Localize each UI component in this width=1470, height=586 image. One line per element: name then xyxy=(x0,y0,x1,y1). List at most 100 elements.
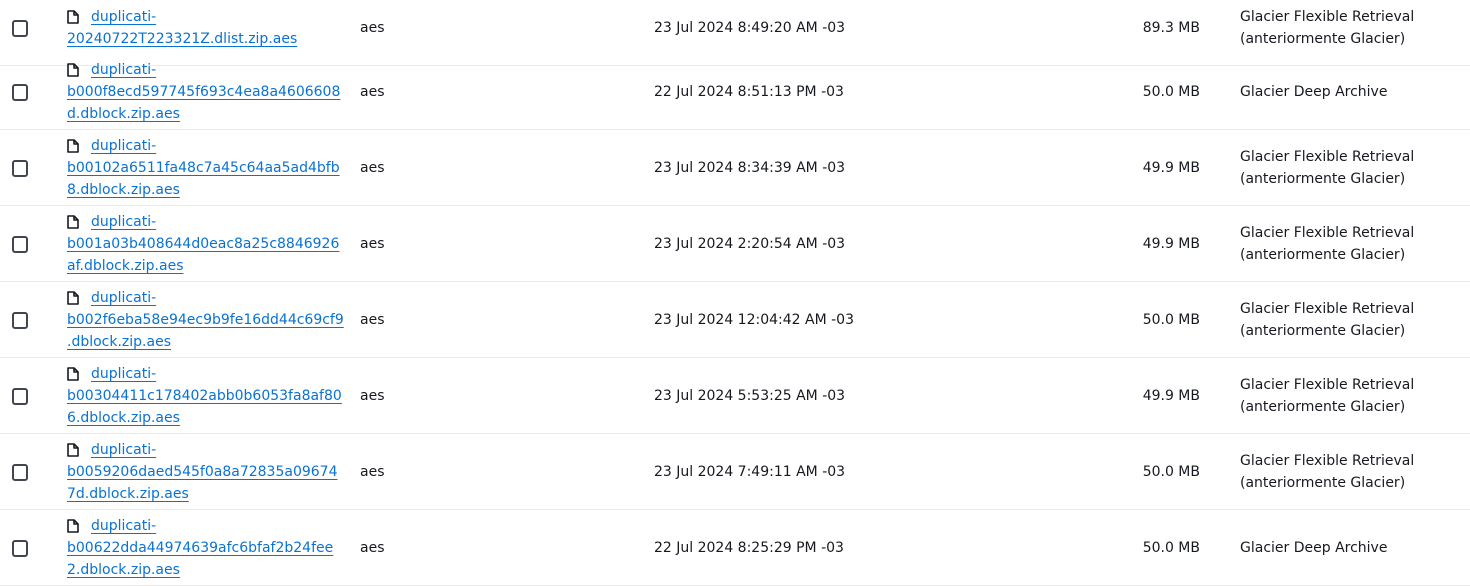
table-row[interactable]: duplicati- b00304411c178402abb0b6053fa8a… xyxy=(0,358,1470,434)
type-cell: aes xyxy=(360,510,480,586)
size-cell: 49.9 MB xyxy=(1000,206,1200,282)
object-name-link-rest[interactable]: b001a03b408644d0eac8a25c8846926 af.dbloc… xyxy=(67,236,339,274)
object-type: aes xyxy=(360,236,385,252)
storage-class-cell: Glacier Deep Archive xyxy=(1240,54,1465,130)
file-icon xyxy=(67,215,79,229)
name-cell: duplicati- b002f6eba58e94ec9b9fe16dd44c6… xyxy=(67,282,344,358)
last-modified: 22 Jul 2024 8:51:13 PM -03 xyxy=(654,84,844,100)
table-row[interactable]: duplicati- b00102a6511fa48c7a45c64aa5ad4… xyxy=(0,130,1470,206)
file-icon xyxy=(67,443,79,457)
last-modified: 23 Jul 2024 2:20:54 AM -03 xyxy=(654,236,846,252)
object-type: aes xyxy=(360,388,385,404)
object-name-link[interactable]: duplicati- xyxy=(91,6,156,28)
row-checkbox[interactable] xyxy=(12,19,28,37)
row-checkbox-cell xyxy=(12,282,28,358)
object-size: 50.0 MB xyxy=(1142,540,1200,556)
last-modified: 23 Jul 2024 5:53:25 AM -03 xyxy=(654,388,846,404)
object-name-link-rest[interactable]: b002f6eba58e94ec9b9fe16dd44c69cf9 .dbloc… xyxy=(67,312,344,350)
row-checkbox-cell xyxy=(12,206,28,282)
table-row[interactable]: duplicati- b000f8ecd597745f693c4ea8a4606… xyxy=(0,54,1470,130)
storage-class: Glacier Flexible Retrieval (anteriorment… xyxy=(1240,301,1415,339)
row-checkbox[interactable] xyxy=(12,387,28,405)
size-cell: 50.0 MB xyxy=(1000,434,1200,510)
object-size: 49.9 MB xyxy=(1142,160,1200,176)
object-name-link-rest[interactable]: 20240722T223321Z.dlist.zip.aes xyxy=(67,31,297,47)
table-row[interactable]: duplicati- b0059206daed545f0a8a72835a096… xyxy=(0,434,1470,510)
name-cell: duplicati- b00304411c178402abb0b6053fa8a… xyxy=(67,358,342,434)
row-checkbox[interactable] xyxy=(12,159,28,177)
last-modified-cell: 23 Jul 2024 7:49:11 AM -03 xyxy=(654,434,954,510)
object-name-link[interactable]: duplicati- xyxy=(91,439,156,461)
object-name-link-rest[interactable]: b00304411c178402abb0b6053fa8af80 6.dbloc… xyxy=(67,388,342,426)
object-size: 50.0 MB xyxy=(1142,312,1200,328)
storage-class: Glacier Flexible Retrieval (anteriorment… xyxy=(1240,225,1415,263)
last-modified: 23 Jul 2024 7:49:11 AM -03 xyxy=(654,464,846,480)
object-name-link-rest[interactable]: b00622dda44974639afc6bfaf2b24fee 2.dbloc… xyxy=(67,540,333,578)
object-type: aes xyxy=(360,312,385,328)
name-cell: duplicati- b00102a6511fa48c7a45c64aa5ad4… xyxy=(67,130,340,206)
last-modified: 23 Jul 2024 8:34:39 AM -03 xyxy=(654,160,846,176)
row-checkbox-cell xyxy=(12,510,28,586)
object-name-link-rest[interactable]: b00102a6511fa48c7a45c64aa5ad4bfb 8.dbloc… xyxy=(67,160,340,198)
object-name-link[interactable]: duplicati- xyxy=(91,287,156,309)
file-icon xyxy=(67,63,79,77)
row-checkbox[interactable] xyxy=(12,539,28,557)
storage-class: Glacier Deep Archive xyxy=(1240,540,1388,556)
file-icon xyxy=(67,139,79,153)
type-cell: aes xyxy=(360,282,480,358)
object-name-link[interactable]: duplicati- xyxy=(91,363,156,385)
size-cell: 49.9 MB xyxy=(1000,358,1200,434)
object-name-link[interactable]: duplicati- xyxy=(91,211,156,233)
object-name-link-rest[interactable]: b0059206daed545f0a8a72835a09674 7d.dbloc… xyxy=(67,464,337,502)
table-row[interactable]: duplicati- b002f6eba58e94ec9b9fe16dd44c6… xyxy=(0,282,1470,358)
table-row[interactable]: duplicati- b00622dda44974639afc6bfaf2b24… xyxy=(0,510,1470,586)
storage-class-cell: Glacier Flexible Retrieval (anteriorment… xyxy=(1240,282,1465,358)
name-cell: duplicati- b0059206daed545f0a8a72835a096… xyxy=(67,434,337,510)
table-row[interactable]: duplicati- b001a03b408644d0eac8a25c88469… xyxy=(0,206,1470,282)
row-checkbox-cell xyxy=(12,54,28,130)
object-type: aes xyxy=(360,540,385,556)
object-type: aes xyxy=(360,160,385,176)
last-modified-cell: 23 Jul 2024 8:34:39 AM -03 xyxy=(654,130,954,206)
object-size: 50.0 MB xyxy=(1142,464,1200,480)
row-checkbox-cell xyxy=(12,358,28,434)
row-checkbox[interactable] xyxy=(12,83,28,101)
size-cell: 50.0 MB xyxy=(1000,54,1200,130)
last-modified: 23 Jul 2024 12:04:42 AM -03 xyxy=(654,312,854,328)
object-type: aes xyxy=(360,20,385,36)
storage-class-cell: Glacier Flexible Retrieval (anteriorment… xyxy=(1240,206,1465,282)
last-modified: 23 Jul 2024 8:49:20 AM -03 xyxy=(654,20,846,36)
row-checkbox[interactable] xyxy=(12,463,28,481)
type-cell: aes xyxy=(360,54,480,130)
object-name-link[interactable]: duplicati- xyxy=(91,515,156,537)
name-cell: duplicati- b001a03b408644d0eac8a25c88469… xyxy=(67,206,339,282)
storage-class: Glacier Flexible Retrieval (anteriorment… xyxy=(1240,377,1415,415)
size-cell: 49.9 MB xyxy=(1000,130,1200,206)
row-checkbox-cell xyxy=(12,434,28,510)
size-cell: 50.0 MB xyxy=(1000,510,1200,586)
type-cell: aes xyxy=(360,434,480,510)
object-name-link-rest[interactable]: b000f8ecd597745f693c4ea8a4606608 d.dbloc… xyxy=(67,84,340,122)
size-cell: 50.0 MB xyxy=(1000,282,1200,358)
row-checkbox[interactable] xyxy=(12,311,28,329)
storage-class-cell: Glacier Flexible Retrieval (anteriorment… xyxy=(1240,358,1465,434)
type-cell: aes xyxy=(360,206,480,282)
name-cell: duplicati- b000f8ecd597745f693c4ea8a4606… xyxy=(67,54,340,130)
type-cell: aes xyxy=(360,130,480,206)
name-cell: duplicati- b00622dda44974639afc6bfaf2b24… xyxy=(67,510,337,586)
file-icon xyxy=(67,367,79,381)
file-icon xyxy=(67,519,79,533)
object-size: 49.9 MB xyxy=(1142,388,1200,404)
object-type: aes xyxy=(360,84,385,100)
last-modified-cell: 23 Jul 2024 5:53:25 AM -03 xyxy=(654,358,954,434)
last-modified-cell: 22 Jul 2024 8:25:29 PM -03 xyxy=(654,510,954,586)
last-modified-cell: 22 Jul 2024 8:51:13 PM -03 xyxy=(654,54,954,130)
storage-class: Glacier Flexible Retrieval (anteriorment… xyxy=(1240,453,1415,491)
object-size: 49.9 MB xyxy=(1142,236,1200,252)
object-name-link[interactable]: duplicati- xyxy=(91,59,156,81)
row-checkbox[interactable] xyxy=(12,235,28,253)
file-icon xyxy=(67,10,79,24)
last-modified-cell: 23 Jul 2024 2:20:54 AM -03 xyxy=(654,206,954,282)
object-name-link[interactable]: duplicati- xyxy=(91,135,156,157)
file-icon xyxy=(67,291,79,305)
